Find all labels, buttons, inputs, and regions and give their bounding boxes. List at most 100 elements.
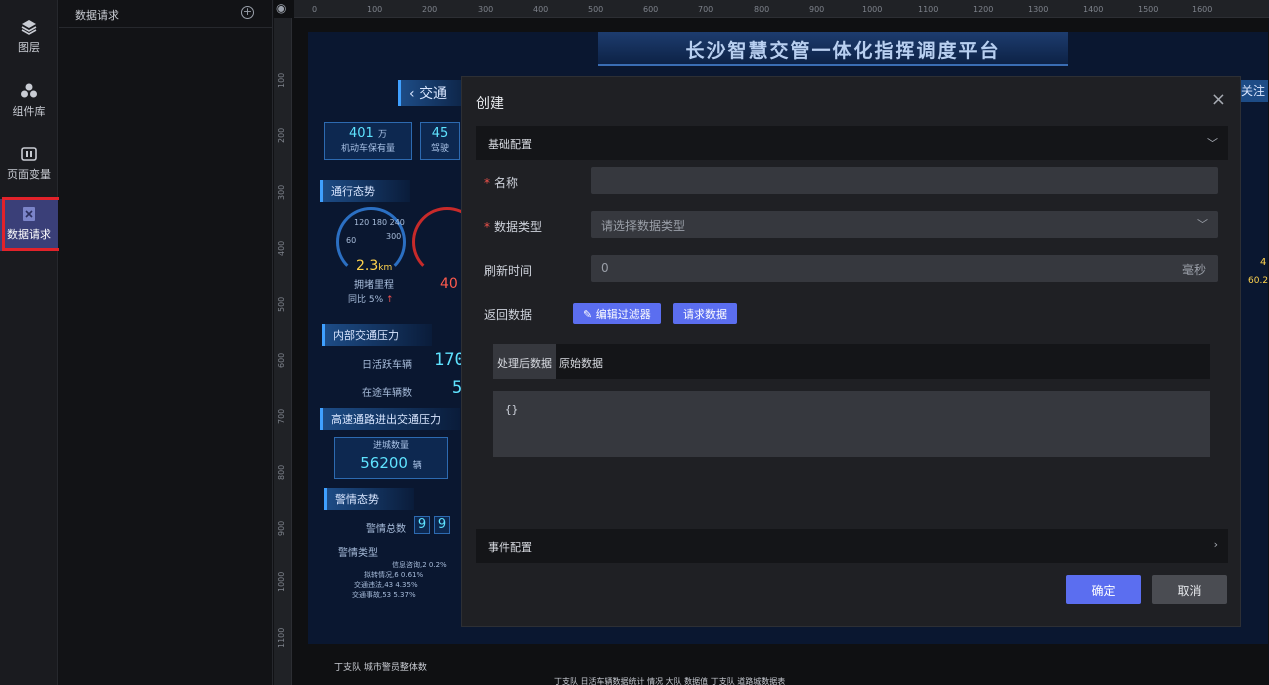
- confirm-button[interactable]: 确定: [1066, 575, 1141, 604]
- ruler-tick: 600: [643, 5, 659, 14]
- ruler-tick: 0: [312, 5, 318, 14]
- chevron-down-icon: ﹀: [1197, 218, 1208, 231]
- edit-icon: ✎: [583, 308, 593, 321]
- section-event-config[interactable]: 事件配置 ›: [476, 529, 1228, 563]
- chevron-down-icon: ﹀: [1207, 137, 1218, 150]
- refresh-unit: 毫秒: [1181, 263, 1206, 277]
- legend-item: 交通事故,53 5.37%: [352, 591, 416, 599]
- ruler-tick: 1500: [1138, 5, 1159, 14]
- section-highway: 高速通路进出交通压力: [320, 408, 460, 430]
- tool-rail: 图层 组件库 页面变量 数据请求: [0, 0, 58, 685]
- ruler-tick: 800: [277, 464, 286, 480]
- section-basic-label: 基础配置: [488, 138, 532, 151]
- gauge-value: 2.3km: [356, 258, 393, 274]
- ruler-tick: 1400: [1083, 5, 1104, 14]
- ruler-tick: 200: [277, 127, 286, 143]
- variables-icon: [21, 147, 37, 161]
- ruler-tick: 1000: [862, 5, 883, 14]
- ruler-tick: 300: [478, 5, 494, 14]
- result-tabs: 处理后数据 原始数据: [493, 344, 1210, 379]
- section-alarm: 警情态势: [324, 488, 414, 510]
- active-vehicles-label: 日活跃车辆: [362, 360, 412, 371]
- ruler-tick: 1600: [1192, 5, 1213, 14]
- result-code-view[interactable]: {}: [493, 391, 1210, 457]
- refresh-input[interactable]: 0 毫秒: [591, 255, 1218, 282]
- ruler-tick: 1200: [973, 5, 994, 14]
- ruler-tick: 800: [754, 5, 770, 14]
- ruler-left: 100 200 300 400 500 600 700 800 900 1000…: [274, 18, 292, 685]
- ruler-tick: 100: [277, 72, 286, 88]
- inbound-box: 进城数量 56200 辆: [334, 437, 448, 479]
- dialog-title: 创建: [476, 96, 504, 112]
- ruler-tick: 400: [533, 5, 549, 14]
- ruler-tick: 500: [588, 5, 604, 14]
- stat-drivers: 45 驾驶: [420, 122, 460, 160]
- rail-item-layers[interactable]: 图层: [0, 12, 58, 64]
- gauge-ticks: 120 180 240: [354, 218, 405, 227]
- cancel-button[interactable]: 取消: [1152, 575, 1227, 604]
- ruler-tick: 600: [277, 352, 286, 368]
- ruler-tick: 100: [367, 5, 383, 14]
- alarm-type-label: 警情类型: [338, 548, 378, 559]
- tab-raw[interactable]: 原始数据: [555, 344, 607, 379]
- ruler-tick: 400: [277, 240, 286, 256]
- legend-item: 交通违法,43 4.35%: [354, 581, 418, 589]
- request-data-button[interactable]: 请求数据: [673, 303, 737, 324]
- bottom-caption: 丁支队 日活车辆数据统计 情况 大队 数据值 丁支队 道路城数据表: [554, 677, 786, 685]
- data-request-panel: 数据请求 +: [59, 0, 273, 685]
- section-basic-config[interactable]: 基础配置 ﹀: [476, 126, 1228, 160]
- panel-title: 数据请求: [75, 9, 119, 22]
- layers-icon: [21, 20, 37, 35]
- yoy-row: 同比 5% ↑: [348, 295, 394, 305]
- ruler-top: 0 100 200 300 400 500 600 700 800 900 10…: [294, 0, 1269, 18]
- ruler-tick: 700: [277, 408, 286, 424]
- eye-icon[interactable]: ◉: [276, 1, 292, 17]
- data-type-select[interactable]: 请选择数据类型 ﹀: [591, 211, 1218, 238]
- data-type-placeholder: 请选择数据类型: [601, 219, 686, 233]
- tab-processed[interactable]: 处理后数据: [493, 344, 556, 379]
- active-item-highlight: [2, 197, 62, 251]
- ruler-tick: 300: [277, 184, 286, 200]
- close-icon[interactable]: ×: [1211, 89, 1226, 110]
- rail-item-label: 组件库: [12, 105, 46, 118]
- stat-vehicles: 401 万 机动车保有量: [324, 122, 412, 160]
- right-value: 60.2: [1248, 276, 1268, 286]
- rail-item-components[interactable]: 组件库: [0, 76, 58, 128]
- section-flow: 通行态势: [320, 180, 410, 202]
- refresh-label: 刷新时间: [484, 264, 533, 278]
- name-label: * 名称: [484, 176, 519, 190]
- panel-header: 数据请求 +: [59, 0, 272, 28]
- data-type-label: * 数据类型: [484, 220, 543, 234]
- alarm-total-label: 警情总数: [366, 524, 406, 535]
- chevron-right-icon: ›: [1213, 538, 1218, 551]
- alarm-digit: 9: [414, 516, 430, 534]
- gauge-label: 拥堵里程: [354, 280, 394, 291]
- rail-item-label: 页面变量: [7, 168, 51, 181]
- ruler-tick: 900: [809, 5, 825, 14]
- ruler-tick: 1100: [918, 5, 939, 14]
- gauge-red-value: 40: [440, 276, 458, 292]
- ruler-tick: 900: [277, 520, 286, 536]
- legend-item: 拟转情况,6 0.61%: [364, 571, 424, 579]
- on-road-label: 在途车辆数: [362, 388, 412, 399]
- section-focus: 关注: [1238, 80, 1268, 102]
- gauge-tick-right: 300: [386, 232, 402, 241]
- gauge-tick-left: 60: [346, 236, 357, 245]
- ruler-tick: 1300: [1028, 5, 1049, 14]
- dashboard-title: 长沙智慧交管一体化指挥调度平台: [685, 40, 1001, 62]
- add-request-icon[interactable]: +: [241, 6, 254, 19]
- ruler-tick: 1100: [277, 627, 286, 648]
- alarm-digit: 9: [434, 516, 450, 534]
- ruler-tick: 500: [277, 296, 286, 312]
- return-data-label: 返回数据: [484, 308, 533, 322]
- section-internal: 内部交通压力: [322, 324, 432, 346]
- components-icon: [21, 83, 37, 98]
- app-window: 图层 组件库 页面变量 数据请求 数据请求 + ◉ 0 100 200 300 …: [0, 0, 1269, 685]
- create-dialog: 创建 × 基础配置 ﹀ * 名称 * 数据类型 请选择数据类型 ﹀ 刷新时间 0 毫…: [461, 76, 1241, 627]
- bottom-caption: 丁支队 城市警员整体数: [334, 663, 427, 673]
- ruler-tick: 700: [698, 5, 714, 14]
- edit-filter-button[interactable]: ✎ 编辑过滤器: [573, 303, 661, 324]
- section-event-label: 事件配置: [488, 541, 532, 554]
- name-input[interactable]: [591, 167, 1218, 194]
- rail-item-variables[interactable]: 页面变量: [0, 139, 58, 191]
